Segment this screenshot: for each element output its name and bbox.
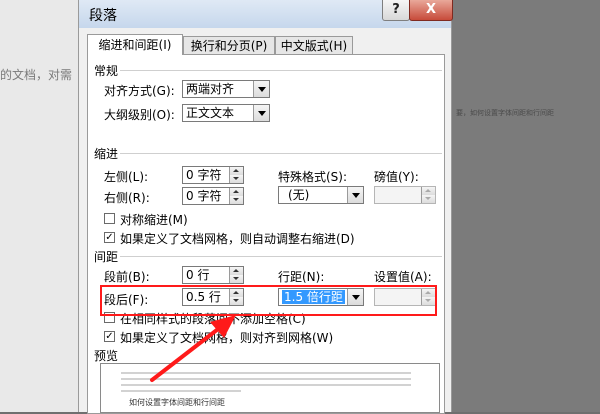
spacing-before-label: 段前(B): <box>104 270 150 284</box>
dialog-title: 段落 <box>89 8 117 24</box>
spacing-at-stepper[interactable] <box>374 288 436 306</box>
line-spacing-label: 行距(N): <box>278 270 325 284</box>
document-text-left: 的文档，对需 <box>0 68 73 82</box>
spacing-section-title: 间距 <box>94 250 119 264</box>
preview-section-title: 预览 <box>94 349 119 363</box>
preview-line <box>121 378 411 380</box>
spin-down-icon[interactable] <box>229 297 243 305</box>
alignment-select[interactable]: 两端对齐 <box>182 80 270 98</box>
line-spacing-value: 1.5 倍行距 <box>282 290 345 304</box>
auto-adjust-indent-checkbox[interactable]: ✓ <box>104 232 115 243</box>
preview-line <box>121 372 411 374</box>
general-section-title: 常规 <box>94 64 119 78</box>
alignment-label: 对齐方式(G): <box>104 84 175 98</box>
preview-line <box>121 384 411 386</box>
spin-down-icon[interactable] <box>229 175 243 183</box>
special-indent-value: (无) <box>288 188 310 202</box>
spacing-before-stepper[interactable]: 0 行 <box>182 266 244 284</box>
snap-to-grid-label: 如果定义了文档网格，则对齐到网格(W) <box>120 331 334 345</box>
special-indent-label: 特殊格式(S): <box>278 170 348 184</box>
outline-level-value: 正文文本 <box>186 106 235 120</box>
general-divider <box>120 70 442 71</box>
snap-to-grid-checkbox[interactable]: ✓ <box>104 331 115 342</box>
spacing-after-value: 0.5 行 <box>186 290 221 304</box>
document-background-left <box>0 0 78 412</box>
indent-left-stepper[interactable]: 0 字符 <box>182 166 244 184</box>
tab-indents-spacing[interactable]: 缩进和间距(I) <box>87 34 183 55</box>
spacing-after-stepper[interactable]: 0.5 行 <box>182 288 244 306</box>
spin-down-icon[interactable] <box>229 275 243 283</box>
spacing-divider <box>120 256 442 257</box>
no-space-same-style-label: 在相同样式的段落间不添加空格(C) <box>120 312 306 326</box>
indent-by-label: 磅值(Y): <box>374 170 419 184</box>
mirror-indent-checkbox[interactable] <box>104 213 115 224</box>
mirror-indent-label: 对称缩进(M) <box>120 213 188 227</box>
chevron-down-icon <box>347 289 363 305</box>
chevron-down-icon <box>253 105 269 121</box>
preview-line <box>121 390 241 392</box>
spacing-after-label: 段后(F): <box>104 293 149 307</box>
indent-section-title: 缩进 <box>94 147 119 161</box>
auto-adjust-indent-label: 如果定义了文档网格，则自动调整右缩进(D) <box>120 232 355 246</box>
special-indent-select[interactable]: (无) <box>278 186 364 204</box>
indent-right-label: 右侧(R): <box>104 191 150 205</box>
paragraph-dialog: 段落 ? X 缩进和间距(I) 换行和分页(P) 中文版式(H) <box>78 0 453 414</box>
indent-left-value: 0 字符 <box>186 168 222 182</box>
indent-divider <box>120 153 442 154</box>
spin-down-icon[interactable] <box>421 195 435 203</box>
document-text-right: 要，如何设置字体间距和行间距 <box>456 109 554 117</box>
preview-sample-text: 如何设置字体间距和行间距 <box>129 398 225 407</box>
indent-right-stepper[interactable]: 0 字符 <box>182 187 244 205</box>
alignment-value: 两端对齐 <box>186 82 235 96</box>
line-spacing-select[interactable]: 1.5 倍行距 <box>278 288 364 306</box>
spacing-before-value: 0 行 <box>186 268 210 282</box>
chevron-down-icon <box>347 187 363 203</box>
no-space-same-style-checkbox[interactable] <box>104 312 115 323</box>
indent-right-value: 0 字符 <box>186 189 222 203</box>
tab-line-page-breaks[interactable]: 换行和分页(P) <box>183 36 275 54</box>
help-button[interactable]: ? <box>382 0 410 21</box>
chevron-down-icon <box>253 81 269 97</box>
spacing-at-label: 设置值(A): <box>374 270 432 284</box>
tab-asian-typography[interactable]: 中文版式(H) <box>275 36 353 54</box>
preview-box: 如何设置字体间距和行间距 <box>100 363 440 413</box>
spin-down-icon[interactable] <box>421 297 435 305</box>
spin-down-icon[interactable] <box>229 196 243 204</box>
outline-level-select[interactable]: 正文文本 <box>182 104 270 122</box>
indent-left-label: 左侧(L): <box>104 170 149 184</box>
dialog-titlebar[interactable]: 段落 ? X <box>79 0 453 28</box>
document-background-right <box>452 0 600 412</box>
close-button[interactable]: X <box>409 0 453 21</box>
outline-level-label: 大纲级别(O): <box>104 108 175 122</box>
indent-by-stepper[interactable] <box>374 186 436 204</box>
